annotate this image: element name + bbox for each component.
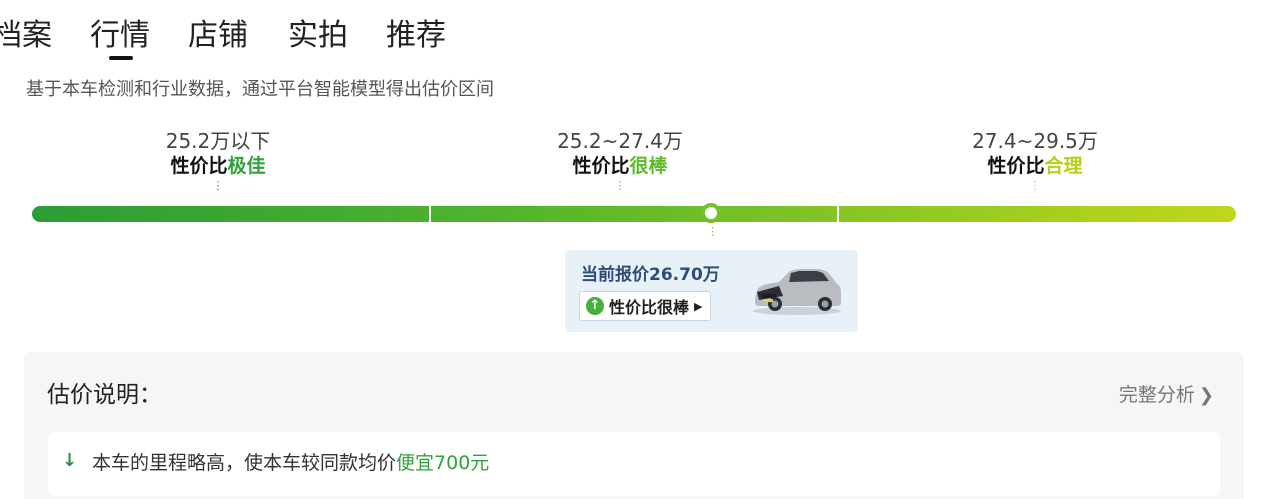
tab-market[interactable]: 行情 (90, 14, 150, 58)
car-image (753, 269, 841, 315)
note-text: 本车的里程略高，使本车较同款均价便宜700元 (92, 452, 490, 474)
connector-dots: ⋮ (707, 225, 718, 238)
current-price-card: 当前报价26.70万 ↑ 性价比很棒 ▶ (565, 250, 858, 332)
subtitle: 基于本车检测和行业数据，通过平台智能模型得出估价区间 (26, 79, 494, 100)
estimate-note: ↓ 本车的里程略高，使本车较同款均价便宜700元 (48, 432, 1220, 496)
segment-range: 25.2万以下 (165, 129, 271, 153)
badge-label: 性价比很棒 (609, 298, 690, 317)
segment-great: 25.2~27.4万 性价比很棒 ⋮ (500, 128, 740, 192)
triangle-right-icon: ▶ (694, 299, 703, 313)
tab-store[interactable]: 店铺 (188, 14, 248, 58)
segment-range: 27.4~29.5万 (972, 129, 1098, 153)
value-rating-badge[interactable]: ↑ 性价比很棒 ▶ (579, 291, 712, 321)
bar-divider (837, 206, 839, 222)
price-range-bar (32, 206, 1236, 222)
tab-archive[interactable]: 档案 (0, 14, 52, 58)
connector-dots: ⋮ (614, 179, 626, 192)
active-tab-indicator (109, 56, 133, 60)
tab-recommend[interactable]: 推荐 (386, 14, 446, 58)
full-analysis-link[interactable]: 完整分析 ❯ (1119, 380, 1214, 411)
connector-dots: ⋮ (1029, 179, 1041, 192)
current-price-marker (701, 203, 721, 223)
current-price-text: 当前报价26.70万 (581, 265, 720, 285)
connector-dots: ⋮ (212, 179, 224, 192)
segment-range: 25.2~27.4万 (557, 129, 683, 153)
estimate-explanation-panel: 估价说明： 完整分析 ❯ ↓ 本车的里程略高，使本车较同款均价便宜700元 (24, 352, 1244, 499)
segment-excellent: 25.2万以下 性价比极佳 ⋮ (98, 128, 338, 192)
segment-reasonable: 27.4~29.5万 性价比合理 ⋮ (915, 128, 1155, 192)
tab-photos[interactable]: 实拍 (288, 14, 348, 58)
panel-title: 估价说明： (47, 382, 162, 408)
up-arrow-icon: ↑ (586, 297, 604, 315)
down-arrow-icon: ↓ (62, 450, 78, 471)
segment-rating: 性价比极佳 (170, 155, 266, 177)
bar-divider (429, 206, 431, 222)
chevron-right-icon: ❯ (1198, 385, 1214, 406)
segment-rating: 性价比合理 (987, 155, 1083, 177)
segment-rating: 性价比很棒 (572, 155, 668, 177)
